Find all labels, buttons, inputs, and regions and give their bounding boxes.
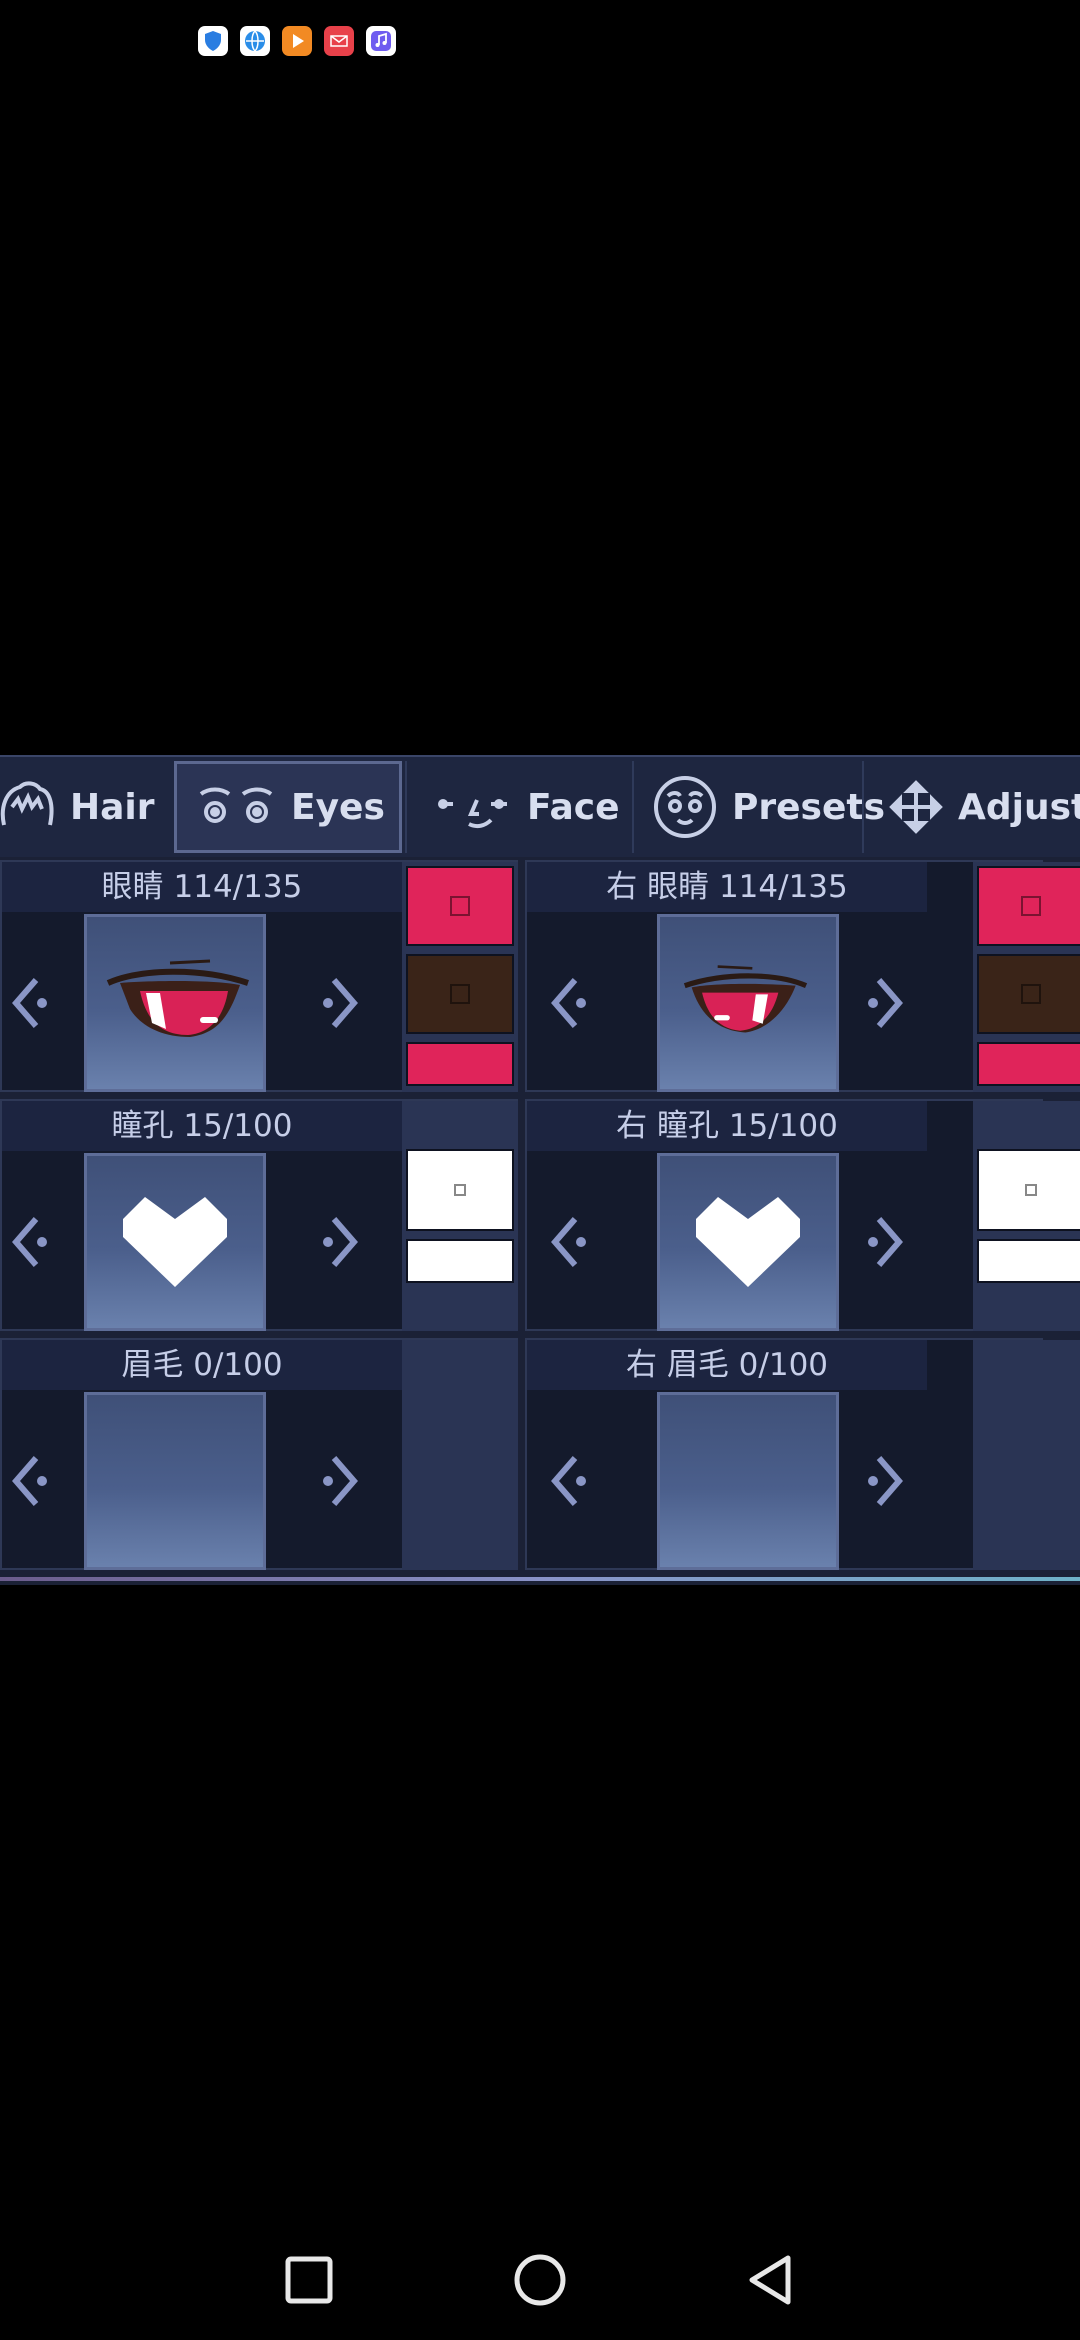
chevron-right-icon: [323, 1217, 358, 1267]
right-eyebrow-color-column: [973, 1340, 1080, 1570]
panel-bottom-divider: [0, 1577, 1080, 1581]
left-pupil-color-column: [402, 1101, 518, 1331]
face-icon: [433, 782, 513, 832]
tab-face[interactable]: Face: [405, 761, 629, 853]
huawei-mail-icon: [324, 26, 354, 56]
right-pupil-preview[interactable]: [657, 1153, 839, 1331]
eye-color-swatch-primary[interactable]: [406, 866, 514, 946]
pupil-color-swatch-primary[interactable]: [977, 1149, 1080, 1231]
tab-adjust[interactable]: Adjust: [862, 761, 1080, 853]
right-eyes-prev-button[interactable]: [527, 914, 607, 1092]
chevron-right-icon: [323, 1456, 358, 1506]
eyes-icon: [197, 782, 277, 832]
tab-hair[interactable]: Hair: [0, 761, 168, 853]
left-eyebrow-selector: 眉毛 0/100: [0, 1338, 518, 1570]
chevron-right-icon: [868, 1456, 903, 1506]
system-nav-bar: [0, 2220, 1080, 2340]
tab-presets[interactable]: Presets: [632, 761, 885, 853]
left-eyebrow-prev-button[interactable]: [0, 1392, 68, 1570]
chevron-left-icon: [12, 978, 47, 1028]
eye-color-swatch-tertiary[interactable]: [406, 1042, 514, 1086]
home-icon: [514, 2254, 566, 2306]
right-eyes-next-button[interactable]: [847, 914, 927, 1092]
chevron-left-icon: [551, 978, 586, 1028]
right-pupil-prev-button[interactable]: [527, 1153, 607, 1331]
pupil-color-swatch-secondary[interactable]: [406, 1239, 514, 1283]
back-icon: [749, 2255, 791, 2305]
heart-pupil-icon: [696, 1197, 800, 1287]
swatch-marker: [450, 984, 470, 1004]
eye-color-swatch-primary[interactable]: [977, 866, 1080, 946]
left-eyes-preview[interactable]: [84, 914, 266, 1092]
swatch-marker: [1021, 896, 1041, 916]
chevron-left-icon: [551, 1456, 586, 1506]
shield-icon: [198, 26, 228, 56]
left-eyebrow-title: 眉毛 0/100: [2, 1340, 402, 1390]
right-eyebrow-title: 右 眉毛 0/100: [527, 1340, 927, 1390]
left-pupil-prev-button[interactable]: [0, 1153, 68, 1331]
eye-color-swatch-tertiary[interactable]: [977, 1042, 1080, 1086]
move-arrows-icon: [888, 779, 944, 835]
eye-preview-icon: [683, 965, 808, 1033]
right-eyebrow-selector: 右 眉毛 0/100: [525, 1338, 1080, 1570]
category-tab-bar: Hair Eyes Face Presets Adjust: [0, 757, 1080, 857]
heart-pupil-icon: [123, 1197, 227, 1287]
character-editor-panel: Hair Eyes Face Presets Adjust 眼睛 114/135…: [0, 755, 1080, 1585]
right-pupil-title: 右 瞳孔 15/100: [527, 1101, 927, 1151]
chevron-left-icon: [12, 1456, 47, 1506]
right-pupil-color-column: [973, 1101, 1080, 1331]
tab-label: Adjust: [958, 786, 1080, 828]
chevron-left-icon: [551, 1217, 586, 1267]
browser-icon: [240, 26, 270, 56]
right-eyes-title: 右 眼睛 114/135: [527, 862, 927, 912]
left-eyebrow-preview[interactable]: [84, 1392, 266, 1570]
left-eyebrow-next-button[interactable]: [302, 1392, 382, 1570]
chevron-left-icon: [12, 1217, 47, 1267]
home-button[interactable]: [505, 2245, 575, 2315]
recent-apps-button[interactable]: [274, 2245, 344, 2315]
right-eyes-color-column: [973, 862, 1080, 1092]
tab-label: Hair: [70, 786, 155, 828]
right-eyes-selector: 右 眼睛 114/135: [525, 860, 1080, 1092]
eye-color-swatch-secondary[interactable]: [977, 954, 1080, 1034]
eye-preview-icon: [106, 959, 249, 1037]
left-pupil-preview[interactable]: [84, 1153, 266, 1331]
tab-label: Eyes: [291, 786, 385, 828]
left-pupil-selector: 瞳孔 15/100: [0, 1099, 518, 1331]
chevron-right-icon: [323, 978, 358, 1028]
left-eyes-color-column: [402, 862, 518, 1092]
left-pupil-next-button[interactable]: [302, 1153, 382, 1331]
video-player-icon: [282, 26, 312, 56]
swatch-marker: [450, 896, 470, 916]
chevron-right-icon: [868, 1217, 903, 1267]
left-eyebrow-color-column: [402, 1340, 518, 1570]
left-eyes-title: 眼睛 114/135: [2, 862, 402, 912]
left-pupil-title: 瞳孔 15/100: [2, 1101, 402, 1151]
tab-eyes[interactable]: Eyes: [174, 761, 402, 853]
right-pupil-selector: 右 瞳孔 15/100: [525, 1099, 1080, 1331]
chevron-right-icon: [868, 978, 903, 1028]
right-pupil-next-button[interactable]: [847, 1153, 927, 1331]
music-icon: [366, 26, 396, 56]
right-eyes-preview[interactable]: [657, 914, 839, 1092]
swatch-marker: [1021, 984, 1041, 1004]
left-eyes-selector: 眼睛 114/135: [0, 860, 518, 1092]
tab-label: Face: [527, 786, 620, 828]
swatch-marker: [454, 1184, 466, 1196]
recent-apps-icon: [285, 2256, 333, 2304]
swatch-marker: [1025, 1184, 1037, 1196]
pupil-color-swatch-primary[interactable]: [406, 1149, 514, 1231]
presets-face-icon: [652, 774, 718, 840]
pupil-color-swatch-secondary[interactable]: [977, 1239, 1080, 1283]
hair-icon: [0, 777, 56, 837]
eye-color-swatch-secondary[interactable]: [406, 954, 514, 1034]
right-eyebrow-preview[interactable]: [657, 1392, 839, 1570]
left-eyes-next-button[interactable]: [302, 914, 382, 1092]
right-eyebrow-prev-button[interactable]: [527, 1392, 607, 1570]
right-eyebrow-next-button[interactable]: [847, 1392, 927, 1570]
status-bar: [0, 0, 1080, 80]
left-eyes-prev-button[interactable]: [0, 914, 68, 1092]
back-button[interactable]: [735, 2245, 805, 2315]
